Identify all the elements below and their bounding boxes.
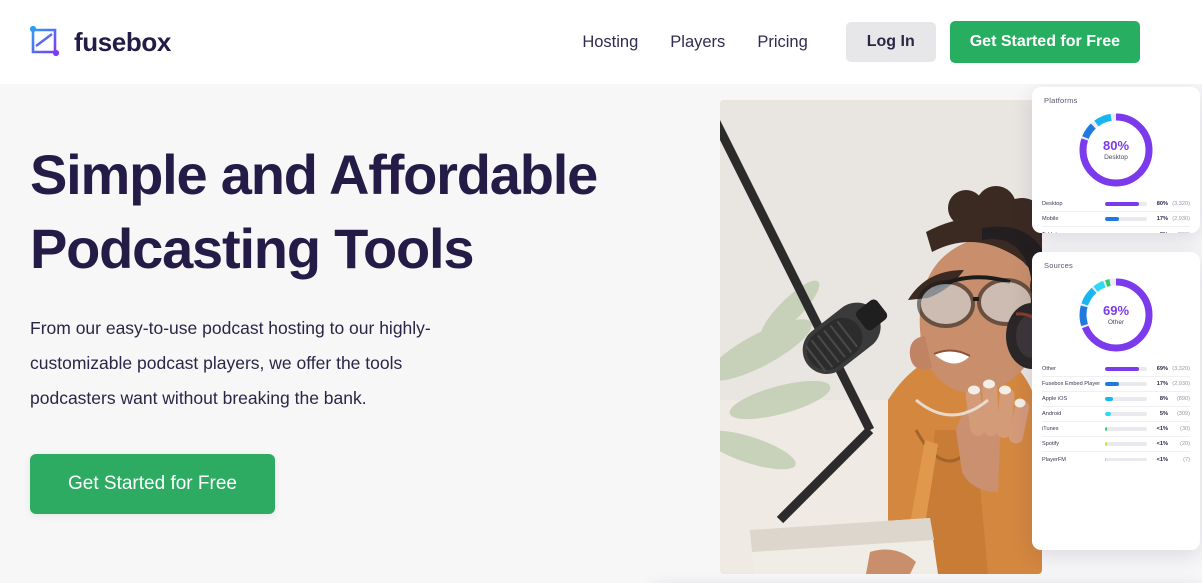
- legend-percent: 80%: [1156, 201, 1168, 207]
- legend-row: Other 69% (3,320): [1042, 362, 1190, 377]
- donut-label-platforms: Desktop: [1104, 154, 1128, 162]
- legend-label: Desktop: [1042, 201, 1063, 207]
- legend-label: Fusebox Embed Player: [1042, 381, 1100, 387]
- legend-label: PlayerFM: [1042, 456, 1066, 463]
- legend-sources: Other 69% (3,320) Fusebox Embed Player 1…: [1032, 356, 1200, 475]
- legend-row: Tablet 8% (890): [1042, 227, 1190, 233]
- main-navigation: Hosting Players Pricing Log In Get Start…: [582, 21, 1140, 63]
- donut-value-sources: 69%: [1102, 302, 1130, 318]
- legend-percent: 8%: [1152, 232, 1168, 234]
- legend-label: iTunes: [1042, 426, 1059, 432]
- legend-label: Android: [1042, 411, 1062, 417]
- legend-label: Tablet: [1042, 232, 1100, 234]
- legend-bar-fill: [1105, 442, 1107, 446]
- legend-percent: <1%: [1156, 426, 1168, 432]
- donut-center-sources: 69% Other: [1075, 274, 1157, 356]
- legend-row: PlayerFM <1% (7): [1042, 452, 1190, 467]
- legend-bar-fill: [1105, 412, 1111, 416]
- nav-link-hosting[interactable]: Hosting: [582, 33, 654, 52]
- legend-label: Mobile: [1042, 216, 1059, 222]
- legend-percent: 5%: [1159, 411, 1168, 417]
- legend-row: Mobile 17% (2,930): [1042, 212, 1190, 227]
- legend-bar-fill: [1105, 397, 1114, 401]
- legend-percent: <1%: [1156, 456, 1168, 463]
- login-button[interactable]: Log In: [845, 22, 936, 62]
- hero-subtitle: From our easy-to-use podcast hosting to …: [30, 317, 431, 408]
- legend-bar-fill: [1105, 457, 1107, 462]
- legend-bar-fill: [1105, 202, 1139, 206]
- legend-bar-track: [1105, 217, 1147, 221]
- legend-count: (890): [1168, 232, 1190, 234]
- analytics-card-sources: Sources 69% Other Other 69% (3,320) Fuse…: [1032, 252, 1200, 550]
- hero-title-line-2: Podcasting Tools: [30, 217, 475, 281]
- legend-count: (3,320): [1172, 201, 1190, 207]
- donut-chart-sources: 69% Other: [1032, 274, 1200, 356]
- brand-logo[interactable]: fusebox: [28, 25, 171, 59]
- legend-percent: 17%: [1156, 216, 1168, 222]
- legend-row: Fusebox Embed Player 17% (2,930): [1042, 377, 1190, 392]
- nav-link-players[interactable]: Players: [654, 33, 741, 52]
- hero-title-line-1: Simple and Affordable: [30, 143, 598, 206]
- legend-count: (30): [1180, 426, 1190, 432]
- card-title-platforms: Platforms: [1044, 96, 1078, 105]
- donut-center-platforms: 80% Desktop: [1075, 109, 1157, 191]
- legend-count: (7): [1183, 456, 1190, 463]
- donut-value-platforms: 80%: [1102, 137, 1130, 153]
- legend-bar-fill: [1105, 217, 1120, 221]
- legend-platforms: Desktop 80% (3,320) Mobile 17% (2,930) T…: [1032, 191, 1200, 233]
- fusebox-logo-icon: [29, 25, 60, 57]
- nav-link-pricing[interactable]: Pricing: [741, 33, 823, 52]
- podcaster-photo-icon: [720, 100, 1042, 574]
- hero-section: Simple and Affordable Podcasting Tools F…: [0, 84, 1202, 583]
- legend-row: Desktop 80% (3,320): [1042, 197, 1190, 212]
- legend-bar-track: [1105, 457, 1147, 462]
- legend-row: iTunes <1% (30): [1042, 422, 1190, 437]
- legend-row: Apple iOS 8% (890): [1042, 392, 1190, 407]
- legend-percent: 17%: [1156, 381, 1168, 387]
- legend-bar-track: [1105, 427, 1147, 431]
- legend-bar-track: [1105, 382, 1147, 386]
- card-title-sources: Sources: [1044, 261, 1073, 270]
- page-title: Simple and Affordable Podcasting Tools: [30, 138, 670, 287]
- legend-bar-fill: [1105, 427, 1108, 431]
- legend-count: (20): [1180, 441, 1190, 447]
- legend-bar-track: [1105, 397, 1147, 401]
- legend-count: (890): [1176, 396, 1190, 402]
- legend-count: (3,320): [1172, 366, 1190, 372]
- legend-label: Apple iOS: [1042, 396, 1068, 402]
- legend-bar-track: [1105, 202, 1147, 206]
- legend-bar-track: [1105, 442, 1147, 446]
- legend-count: (2,930): [1172, 381, 1190, 387]
- legend-percent: 8%: [1159, 396, 1168, 402]
- hero-get-started-button[interactable]: Get Started for Free: [30, 453, 275, 514]
- legend-row: Spotify <1% (20): [1042, 437, 1190, 452]
- legend-row: Android 5% (309): [1042, 407, 1190, 422]
- legend-count: (2,930): [1172, 216, 1190, 222]
- legend-label: Other: [1042, 366, 1056, 372]
- legend-bar-track: [1105, 367, 1147, 371]
- brand-name: fusebox: [74, 26, 171, 57]
- header-get-started-button[interactable]: Get Started for Free: [949, 21, 1140, 63]
- legend-count: (309): [1176, 411, 1190, 417]
- landing-page: fusebox Hosting Players Pricing Log In G…: [0, 0, 1202, 583]
- legend-bar-fill: [1105, 382, 1120, 386]
- hero-photo: [720, 100, 1042, 574]
- legend-bar-fill: [1105, 367, 1139, 371]
- legend-label: Spotify: [1042, 441, 1060, 447]
- donut-label-sources: Other: [1107, 319, 1125, 327]
- legend-percent: 69%: [1156, 366, 1168, 372]
- analytics-card-platforms: Platforms 80% Desktop Desktop 80% (3,320…: [1032, 87, 1200, 233]
- legend-percent: <1%: [1156, 441, 1168, 447]
- site-header: fusebox Hosting Players Pricing Log In G…: [0, 0, 1202, 84]
- donut-chart-platforms: 80% Desktop: [1032, 109, 1200, 191]
- legend-bar-track: [1105, 412, 1147, 416]
- hero-copy: Simple and Affordable Podcasting Tools F…: [30, 138, 670, 514]
